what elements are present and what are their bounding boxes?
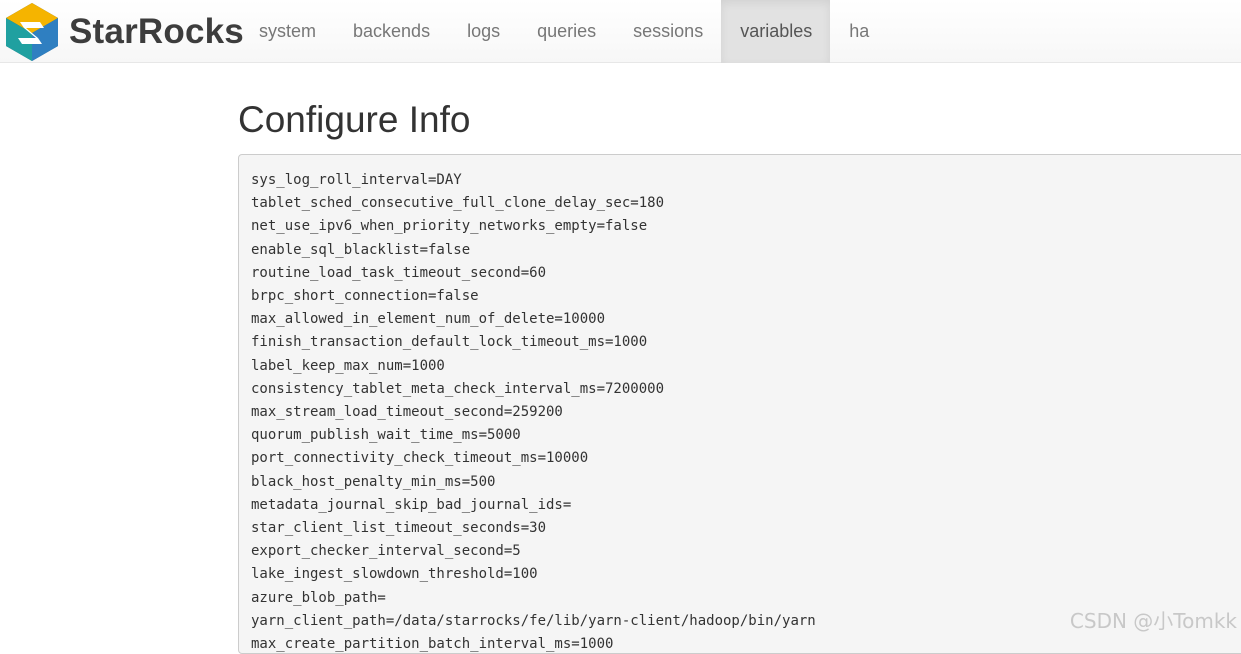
config-line: quorum_publish_wait_time_ms=5000 (251, 424, 1241, 447)
config-line: consistency_tablet_meta_check_interval_m… (251, 378, 1241, 401)
config-line: tablet_sched_consecutive_full_clone_dela… (251, 192, 1241, 215)
brand-link[interactable]: StarRocks (4, 2, 244, 62)
config-line: label_keep_max_num=1000 (251, 355, 1241, 378)
config-line: max_create_partition_batch_interval_ms=1… (251, 633, 1241, 654)
config-line: metadata_journal_skip_bad_journal_ids= (251, 494, 1241, 517)
watermark: CSDN @小Tomkk (1070, 605, 1237, 634)
page-title: Configure Info (238, 96, 470, 144)
config-line: lake_ingest_slowdown_threshold=100 (251, 563, 1241, 586)
config-line: enable_sql_blacklist=false (251, 239, 1241, 262)
config-line: routine_load_task_timeout_second=60 (251, 262, 1241, 285)
config-line: brpc_short_connection=false (251, 285, 1241, 308)
nav-item-logs[interactable]: logs (448, 0, 518, 63)
config-line: export_checker_interval_second=5 (251, 540, 1241, 563)
config-line: port_connectivity_check_timeout_ms=10000 (251, 447, 1241, 470)
config-line: black_host_penalty_min_ms=500 (251, 471, 1241, 494)
config-line: star_client_list_timeout_seconds=30 (251, 517, 1241, 540)
nav-item-variables[interactable]: variables (721, 0, 830, 63)
config-info-panel: sys_log_roll_interval=DAYtablet_sched_co… (238, 154, 1241, 654)
config-line: finish_transaction_default_lock_timeout_… (251, 331, 1241, 354)
main-nav: system backends logs queries sessions va… (240, 0, 887, 63)
nav-item-ha[interactable]: ha (830, 0, 887, 63)
starrocks-logo-icon (4, 2, 60, 62)
config-list: sys_log_roll_interval=DAYtablet_sched_co… (239, 155, 1241, 654)
config-line: net_use_ipv6_when_priority_networks_empt… (251, 215, 1241, 238)
nav-item-sessions[interactable]: sessions (614, 0, 721, 63)
nav-item-system[interactable]: system (240, 0, 334, 63)
config-line: sys_log_roll_interval=DAY (251, 169, 1241, 192)
config-line: max_allowed_in_element_num_of_delete=100… (251, 308, 1241, 331)
nav-item-backends[interactable]: backends (334, 0, 448, 63)
nav-item-queries[interactable]: queries (518, 0, 614, 63)
brand-name: StarRocks (69, 12, 244, 52)
config-line: max_stream_load_timeout_second=259200 (251, 401, 1241, 424)
top-navbar: StarRocks system backends logs queries s… (0, 0, 1241, 63)
